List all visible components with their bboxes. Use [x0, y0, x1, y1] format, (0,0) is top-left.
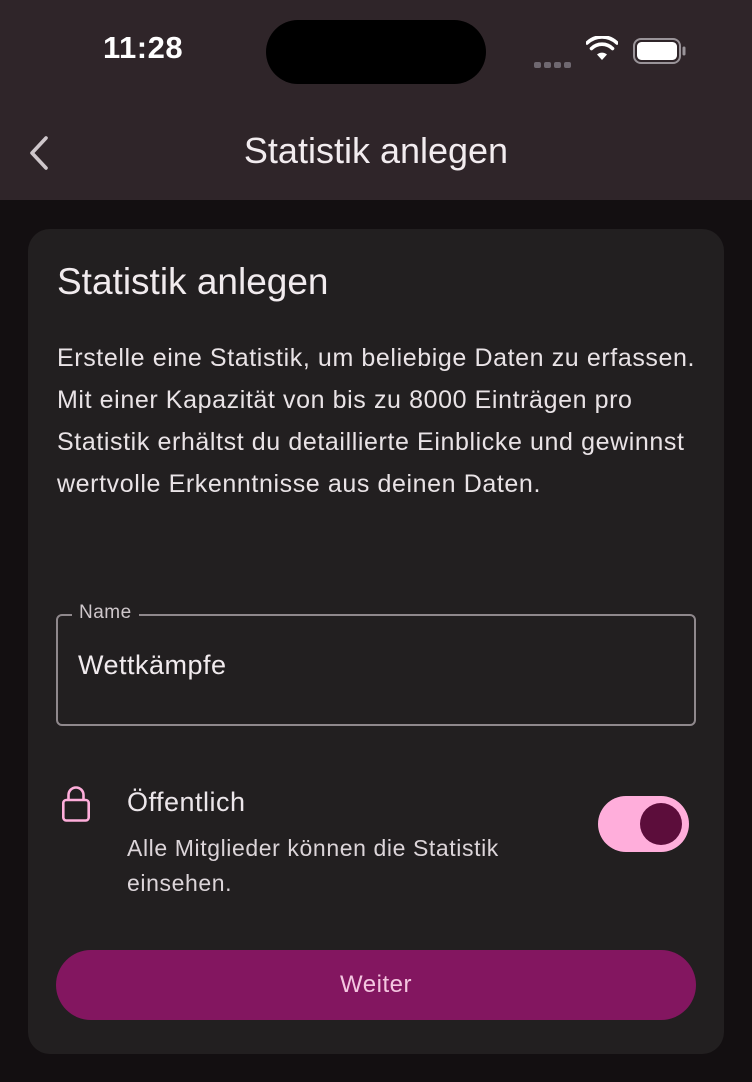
continue-button[interactable]: Weiter [56, 950, 696, 1020]
name-field[interactable]: Name [56, 602, 696, 726]
public-toggle-title: Öffentlich [127, 787, 246, 817]
lock-icon [61, 785, 91, 828]
description-line: Erstelle eine Statistik, um beliebige Da… [57, 344, 696, 372]
status-time: 11:28 [103, 30, 184, 65]
create-statistic-card: Statistik anlegen Erstelle eine Statisti… [28, 229, 724, 1054]
page-title: Statistik anlegen [243, 130, 509, 171]
top-app-bar: 11:28 Statistik anlegen [0, 0, 752, 200]
public-toggle-description: Alle Mitglieder können die Statistik ein… [127, 835, 499, 896]
description-line: Mit einer Kapazität von bis zu 8000 Eint… [57, 386, 685, 498]
wifi-icon [585, 35, 619, 67]
battery-icon [633, 38, 687, 69]
name-field-label: Name [72, 602, 139, 624]
card-title: Statistik anlegen [57, 261, 329, 302]
public-toggle-switch[interactable] [598, 796, 689, 852]
dynamic-island [266, 20, 486, 84]
card-description: Erstelle eine Statistik, um beliebige Da… [57, 337, 707, 505]
name-input[interactable] [78, 650, 668, 681]
switch-knob [640, 803, 682, 845]
signal-icon [534, 55, 574, 73]
